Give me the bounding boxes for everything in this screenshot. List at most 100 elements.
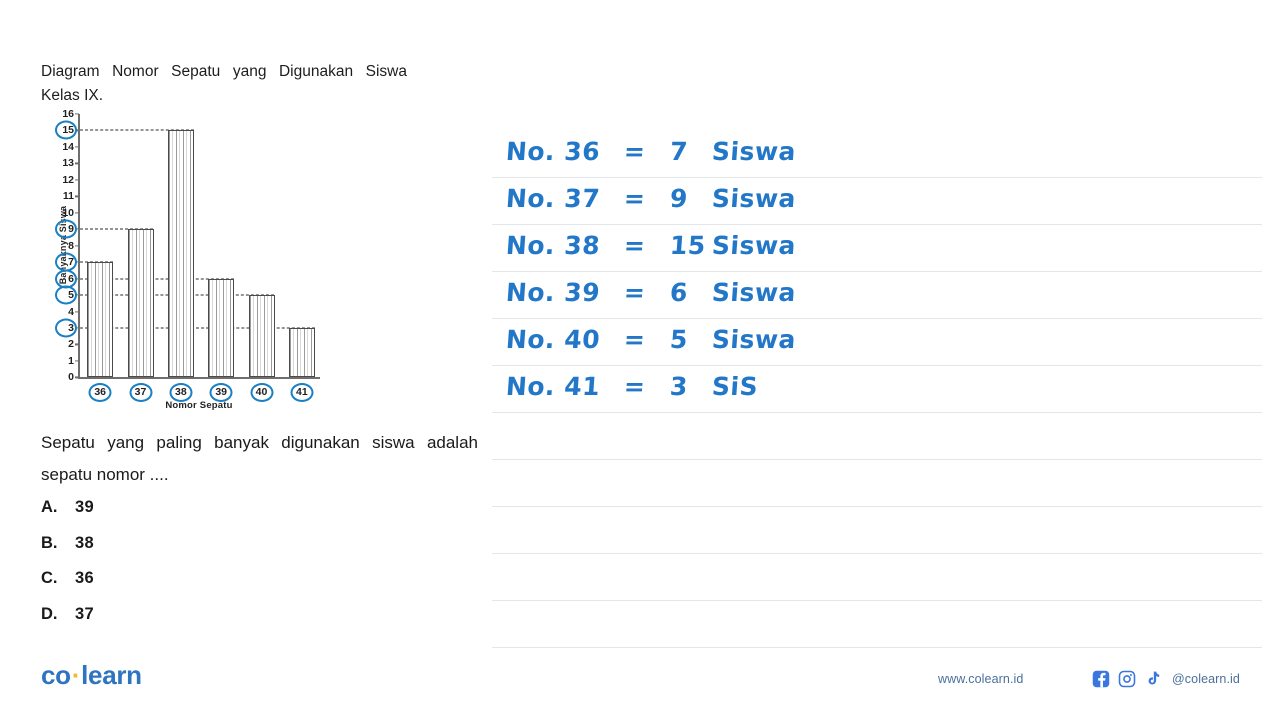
x-label-wrap: 39	[209, 382, 233, 402]
note-student-count: 3	[668, 372, 689, 401]
y-tick-mark	[74, 310, 79, 313]
note-student-count: 15	[668, 231, 707, 260]
note-equals-sign: =	[622, 231, 647, 260]
note-shoe-number: No. 36	[504, 137, 602, 166]
y-tick-highlight-circle	[55, 318, 77, 338]
ruled-line	[492, 412, 1262, 413]
option-key: D.	[41, 604, 58, 623]
handwritten-line-5: No. 41 = 3 SiS	[505, 372, 759, 401]
tiktok-icon[interactable]	[1144, 670, 1162, 688]
option-key: B.	[41, 533, 58, 552]
y-tick-highlight-circle	[55, 252, 77, 272]
note-shoe-number: No. 40	[504, 325, 602, 354]
y-tick-label: 13	[62, 157, 74, 170]
ruled-line	[492, 224, 1262, 225]
y-tick-highlight-circle	[55, 219, 77, 239]
worksheet-panel[interactable]: No. 36 = 7 Siswa No. 37 = 9 Siswa No. 38 = 15 Siswa…	[480, 0, 1280, 720]
y-tick-label: 11	[62, 190, 74, 203]
footer-website-url[interactable]: www.colearn.id	[938, 672, 1023, 686]
ruled-line	[492, 459, 1262, 460]
logo-dot-icon: ·	[71, 660, 81, 690]
y-axis-line	[78, 114, 80, 379]
y-tick-label: 4	[68, 305, 74, 318]
handwritten-line-4: No. 40 = 5 Siswa	[505, 325, 797, 354]
handwritten-line-0: No. 36 = 7 Siswa	[505, 137, 797, 166]
ruled-line	[492, 647, 1262, 648]
handwritten-line-3: No. 39 = 6 Siswa	[505, 278, 797, 307]
bar-chart: Banyaknya Siswa 0 1 2 3 4 5 6 7 8 9 10 11 12 13 14 15 16…	[30, 109, 360, 412]
y-tick-mark	[74, 343, 79, 346]
x-label-wrap: 38	[169, 382, 193, 402]
note-unit-label: Siswa	[710, 231, 797, 260]
note-equals-sign: =	[622, 278, 647, 307]
y-tick-label: 10	[62, 206, 74, 219]
bar-38	[167, 130, 194, 378]
footer-social-links: @colearn.id	[1092, 670, 1240, 688]
option-key: A.	[41, 498, 58, 516]
note-shoe-number: No. 41	[504, 372, 602, 401]
option-value: 37	[75, 604, 94, 623]
x-label-wrap: 36	[88, 382, 112, 402]
note-student-count: 6	[668, 278, 689, 307]
option-value: 36	[75, 569, 94, 587]
y-tick-label: 0	[68, 371, 74, 384]
handwritten-line-2: No. 38 = 15 Siswa	[505, 231, 797, 260]
ruled-line	[492, 553, 1262, 554]
answer-option-d[interactable]: D. 37	[41, 605, 341, 641]
y-tick-highlight-circle	[55, 269, 77, 289]
logo-text-left: co	[41, 660, 71, 690]
note-equals-sign: =	[622, 137, 647, 166]
y-tick-label: 8	[68, 239, 74, 252]
x-label-wrap: 40	[250, 382, 273, 402]
y-tick-highlight-circle	[55, 285, 77, 305]
note-student-count: 5	[668, 325, 689, 354]
ruled-line	[492, 365, 1262, 366]
y-tick-mark	[74, 162, 79, 164]
y-tick-label: 12	[62, 173, 74, 186]
ruled-line	[492, 271, 1262, 272]
ruled-line	[492, 318, 1262, 319]
y-tick-mark	[74, 360, 79, 362]
y-tick-mark	[74, 195, 79, 197]
x-label-wrap: 37	[129, 382, 152, 402]
question-prompt: Sepatu yang paling banyak digunakan sisw…	[41, 433, 478, 484]
y-tick-mark	[74, 179, 79, 181]
answer-option-b[interactable]: B. 38	[41, 534, 341, 570]
facebook-icon[interactable]	[1092, 670, 1110, 688]
x-axis-title: Nomor Sepatu	[165, 400, 233, 411]
plot-area: 0 1 2 3 4 5 6 7 8 9 10 11 12 13 14 15 16 36 37 38 39 40 41	[55, 109, 320, 402]
x-axis-line	[78, 377, 320, 379]
y-tick-mark	[74, 212, 79, 214]
question-panel: Diagram Nomor Sepatu yang Digunakan Sisw…	[0, 0, 480, 720]
y-tick-label: 1	[68, 354, 74, 367]
problem-heading: Diagram Nomor Sepatu yang Digunakan Sisw…	[41, 63, 407, 104]
ruled-line	[492, 177, 1262, 178]
logo-text-right: learn	[81, 660, 142, 690]
note-unit-label: SiS	[710, 372, 760, 401]
note-student-count: 7	[668, 137, 689, 166]
bar-39	[208, 278, 235, 378]
y-tick-mark	[74, 146, 79, 148]
note-unit-label: Siswa	[710, 184, 797, 213]
bar-36	[87, 262, 114, 378]
note-student-count: 9	[668, 184, 689, 213]
answer-option-a[interactable]: A. 39	[41, 498, 341, 534]
note-equals-sign: =	[622, 184, 647, 213]
y-tick-label: 16	[62, 107, 74, 120]
leader-line-41	[79, 327, 315, 329]
note-shoe-number: No. 38	[504, 231, 602, 260]
answer-options: A. 39 B. 38 C. 36 D. 37	[41, 498, 341, 640]
y-tick-highlight-circle	[55, 120, 77, 140]
x-label-wrap: 41	[290, 382, 314, 402]
y-tick-label: 14	[62, 140, 74, 153]
note-equals-sign: =	[622, 372, 647, 401]
option-value: 38	[75, 533, 94, 552]
y-tick-mark	[74, 113, 79, 115]
note-shoe-number: No. 39	[504, 278, 602, 307]
instagram-icon[interactable]	[1118, 670, 1136, 688]
answer-option-c[interactable]: C. 36	[41, 569, 341, 605]
colearn-logo: co·learn	[41, 660, 142, 691]
y-tick-mark	[74, 376, 79, 378]
option-value: 39	[75, 498, 94, 516]
note-unit-label: Siswa	[710, 278, 797, 307]
